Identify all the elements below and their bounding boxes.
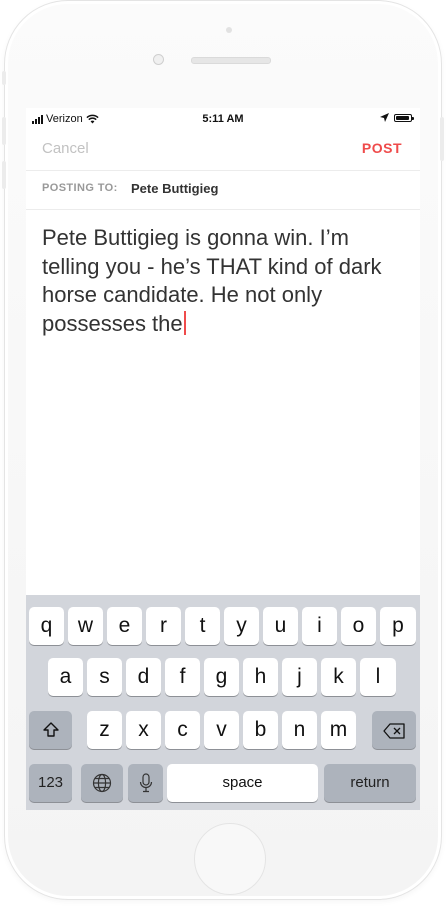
key-m[interactable]: m: [321, 711, 356, 749]
status-bar: Verizon 5:11 AM: [26, 108, 420, 130]
key-g[interactable]: g: [204, 658, 239, 696]
key-p[interactable]: p: [380, 607, 416, 645]
key-f[interactable]: f: [165, 658, 200, 696]
front-camera: [153, 54, 164, 65]
backspace-icon: [383, 723, 405, 739]
post-text-editor[interactable]: Pete Buttigieg is gonna win. I’m telling…: [42, 224, 408, 338]
proximity-sensor: [226, 27, 232, 33]
key-n[interactable]: n: [282, 711, 317, 749]
numbers-key[interactable]: 123: [29, 764, 72, 802]
key-r[interactable]: r: [146, 607, 181, 645]
earpiece-speaker: [191, 57, 271, 64]
key-d[interactable]: d: [126, 658, 161, 696]
text-cursor: [183, 310, 186, 335]
key-j[interactable]: j: [282, 658, 317, 696]
key-b[interactable]: b: [243, 711, 278, 749]
post-button[interactable]: POST: [362, 140, 402, 156]
compose-nav-bar: Cancel POST: [26, 130, 420, 171]
shift-key[interactable]: [29, 711, 72, 749]
microphone-icon: [139, 773, 152, 793]
silent-switch: [2, 71, 6, 85]
key-v[interactable]: v: [204, 711, 239, 749]
location-icon: [380, 113, 389, 122]
cancel-button[interactable]: Cancel: [42, 140, 89, 157]
key-t[interactable]: t: [185, 607, 220, 645]
posting-to-label: POSTING TO:: [42, 182, 118, 194]
post-text: Pete Buttigieg is gonna win. I’m telling…: [42, 225, 382, 336]
shift-icon: [42, 722, 59, 737]
dictation-key[interactable]: [128, 764, 163, 802]
key-u[interactable]: u: [263, 607, 298, 645]
volume-down-button: [2, 161, 6, 189]
key-k[interactable]: k: [321, 658, 356, 696]
battery-icon: [394, 113, 414, 122]
backspace-key[interactable]: [372, 711, 416, 749]
volume-up-button: [2, 117, 6, 145]
key-q[interactable]: q: [29, 607, 64, 645]
space-key[interactable]: space: [167, 764, 318, 802]
return-key[interactable]: return: [324, 764, 416, 802]
posting-to-row[interactable]: POSTING TO: Pete Buttigieg: [26, 171, 420, 210]
key-h[interactable]: h: [243, 658, 278, 696]
key-x[interactable]: x: [126, 711, 161, 749]
key-y[interactable]: y: [224, 607, 259, 645]
home-button[interactable]: [194, 823, 266, 895]
posting-recipient: Pete Buttigieg: [131, 181, 219, 196]
keyboard: q w e r t y u i o p a s d f g h j k l z …: [26, 595, 420, 810]
clock: 5:11 AM: [202, 113, 244, 125]
key-e[interactable]: e: [107, 607, 142, 645]
key-l[interactable]: l: [360, 658, 396, 696]
power-button: [440, 117, 444, 161]
phone-screen: Verizon 5:11 AM Cancel POST POSTING TO: …: [26, 108, 420, 810]
key-c[interactable]: c: [165, 711, 200, 749]
key-a[interactable]: a: [48, 658, 83, 696]
key-z[interactable]: z: [87, 711, 122, 749]
key-s[interactable]: s: [87, 658, 122, 696]
key-i[interactable]: i: [302, 607, 337, 645]
globe-icon: [92, 773, 112, 793]
key-o[interactable]: o: [341, 607, 376, 645]
key-w[interactable]: w: [68, 607, 103, 645]
globe-key[interactable]: [81, 764, 123, 802]
